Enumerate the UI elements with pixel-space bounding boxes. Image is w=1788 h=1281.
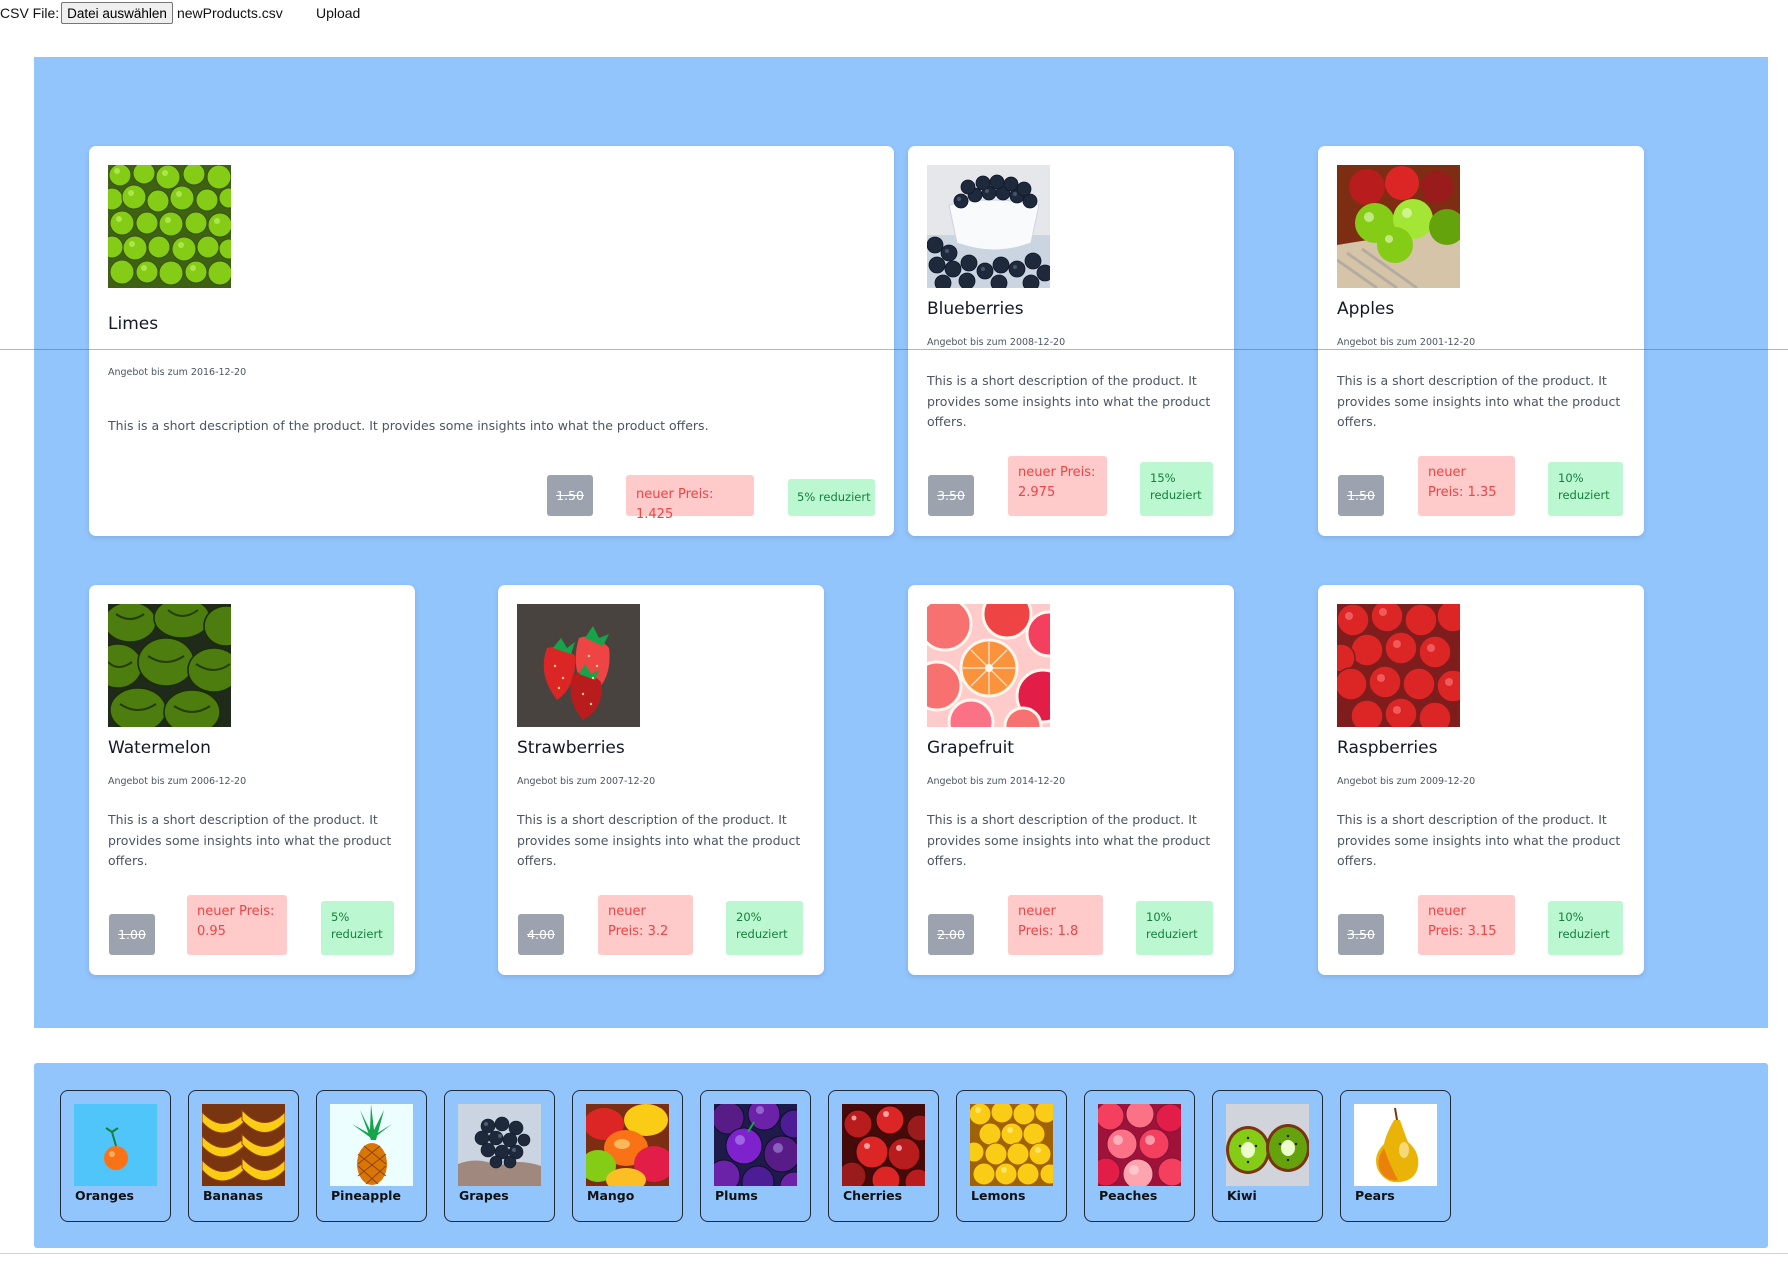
product-description: This is a short description of the produ… xyxy=(927,373,1211,429)
product-title: Limes xyxy=(108,314,159,334)
catalog-item-peaches[interactable]: Peaches xyxy=(1084,1090,1195,1222)
product-card: Blueberries Angebot bis zum 2008-12-20 T… xyxy=(908,146,1234,536)
catalog-item-label: Pears xyxy=(1355,1188,1395,1203)
new-price: neuer Preis: 3.15 xyxy=(1418,895,1515,955)
product-description: This is a short description of the produ… xyxy=(1337,373,1621,429)
new-price: neuer Preis: 1.35 xyxy=(1418,456,1515,516)
discount-badge: 5% reduziert xyxy=(321,901,394,955)
discount-badge: 20% reduziert xyxy=(726,901,803,955)
old-price: 1.50 xyxy=(547,475,593,516)
pears-image xyxy=(1354,1104,1437,1186)
oranges-image xyxy=(74,1104,157,1186)
new-price: neuer Preis: 0.95 xyxy=(187,895,287,955)
product-title: Watermelon xyxy=(108,738,211,758)
catalog-item-bananas[interactable]: Bananas xyxy=(188,1090,299,1222)
kiwi-image xyxy=(1226,1104,1309,1186)
selected-file-name: newProducts.csv xyxy=(176,5,283,21)
strawberries-image xyxy=(517,604,640,727)
discount-badge: 15% reduziert xyxy=(1140,462,1213,516)
catalog-item-cherries[interactable]: Cherries xyxy=(828,1090,939,1222)
catalog-item-lemons[interactable]: Lemons xyxy=(956,1090,1067,1222)
overlay-divider-line xyxy=(0,349,1788,350)
product-title: Grapefruit xyxy=(927,738,1014,758)
product-title: Apples xyxy=(1337,299,1395,319)
old-price: 4.00 xyxy=(518,914,564,955)
old-price: 3.50 xyxy=(1338,914,1384,955)
catalog-item-label: Oranges xyxy=(75,1188,134,1203)
product-offers-panel: Limes Angebot bis zum 2016-12-20 This is… xyxy=(34,57,1768,1028)
page-divider xyxy=(0,1253,1788,1254)
product-title: Blueberries xyxy=(927,299,1024,319)
csv-file-label: CSV File: xyxy=(0,5,60,21)
product-card: Watermelon Angebot bis zum 2006-12-20 Th… xyxy=(89,585,415,975)
offer-date: Angebot bis zum 2014-12-20 xyxy=(927,776,1066,787)
blueberries-image xyxy=(927,165,1050,288)
discount-badge: 5% reduziert xyxy=(788,479,875,516)
offer-date: Angebot bis zum 2009-12-20 xyxy=(1337,776,1476,787)
lemons-image xyxy=(970,1104,1053,1186)
catalog-item-label: Peaches xyxy=(1099,1188,1158,1203)
bananas-image xyxy=(202,1104,285,1186)
product-description: This is a short description of the produ… xyxy=(108,812,392,868)
product-title: Strawberries xyxy=(517,738,625,758)
catalog-item-label: Mango xyxy=(587,1188,635,1203)
catalog-item-label: Cherries xyxy=(843,1188,903,1203)
mango-image xyxy=(586,1104,669,1186)
peaches-image xyxy=(1098,1104,1181,1186)
apples-image xyxy=(1337,165,1460,288)
new-price: neuer Preis: 2.975 xyxy=(1008,456,1107,516)
csv-upload-form: CSV File: Datei auswählen newProducts.cs… xyxy=(0,2,360,24)
product-description: This is a short description of the produ… xyxy=(927,812,1211,868)
discount-badge: 10% reduziert xyxy=(1548,462,1623,516)
catalog-item-kiwi[interactable]: Kiwi xyxy=(1212,1090,1323,1222)
new-price: neuer Preis: 1.425 xyxy=(626,475,754,522)
catalog-item-label: Plums xyxy=(715,1188,758,1203)
product-card: Raspberries Angebot bis zum 2009-12-20 T… xyxy=(1318,585,1644,975)
product-card: Apples Angebot bis zum 2001-12-20 This i… xyxy=(1318,146,1644,536)
offer-date: Angebot bis zum 2008-12-20 xyxy=(927,337,1066,348)
catalog-item-mango[interactable]: Mango xyxy=(572,1090,683,1222)
catalog-item-label: Lemons xyxy=(971,1188,1026,1203)
catalog-item-plums[interactable]: Plums xyxy=(700,1090,811,1222)
discount-badge: 10% reduziert xyxy=(1136,901,1213,955)
catalog-item-oranges[interactable]: Oranges xyxy=(60,1090,171,1222)
catalog-item-grapes[interactable]: Grapes xyxy=(444,1090,555,1222)
plums-image xyxy=(714,1104,797,1186)
offer-date: Angebot bis zum 2001-12-20 xyxy=(1337,337,1476,348)
product-catalog-bar: Oranges Bananas Pineapple Grapes Mango P… xyxy=(34,1063,1768,1248)
cherries-image xyxy=(842,1104,925,1186)
catalog-item-label: Kiwi xyxy=(1227,1188,1257,1203)
choose-file-button[interactable]: Datei auswählen xyxy=(61,2,173,24)
product-title: Raspberries xyxy=(1337,738,1438,758)
catalog-item-pears[interactable]: Pears xyxy=(1340,1090,1451,1222)
product-description: This is a short description of the produ… xyxy=(517,812,801,868)
catalog-item-pineapple[interactable]: Pineapple xyxy=(316,1090,427,1222)
upload-button[interactable]: Upload xyxy=(316,5,360,21)
offer-date: Angebot bis zum 2016-12-20 xyxy=(108,367,247,378)
watermelon-image xyxy=(108,604,231,727)
product-card: Grapefruit Angebot bis zum 2014-12-20 Th… xyxy=(908,585,1234,975)
discount-badge: 10% reduziert xyxy=(1548,901,1623,955)
new-price: neuer Preis: 3.2 xyxy=(598,895,693,955)
raspberries-image xyxy=(1337,604,1460,727)
product-card: Limes Angebot bis zum 2016-12-20 This is… xyxy=(89,146,894,536)
old-price: 1.00 xyxy=(109,914,155,955)
catalog-item-label: Pineapple xyxy=(331,1188,401,1203)
pineapple-image xyxy=(330,1104,413,1186)
product-description: This is a short description of the produ… xyxy=(1337,812,1621,868)
catalog-item-label: Bananas xyxy=(203,1188,264,1203)
old-price: 2.00 xyxy=(928,914,974,955)
old-price: 1.50 xyxy=(1338,475,1384,516)
grapes-image xyxy=(458,1104,541,1186)
old-price: 3.50 xyxy=(928,475,974,516)
offer-date: Angebot bis zum 2006-12-20 xyxy=(108,776,247,787)
product-card: Strawberries Angebot bis zum 2007-12-20 … xyxy=(498,585,824,975)
offer-date: Angebot bis zum 2007-12-20 xyxy=(517,776,656,787)
limes-image xyxy=(108,165,231,288)
product-description: This is a short description of the produ… xyxy=(108,418,709,433)
grapefruit-image xyxy=(927,604,1050,727)
catalog-item-label: Grapes xyxy=(459,1188,509,1203)
new-price: neuer Preis: 1.8 xyxy=(1008,895,1103,955)
